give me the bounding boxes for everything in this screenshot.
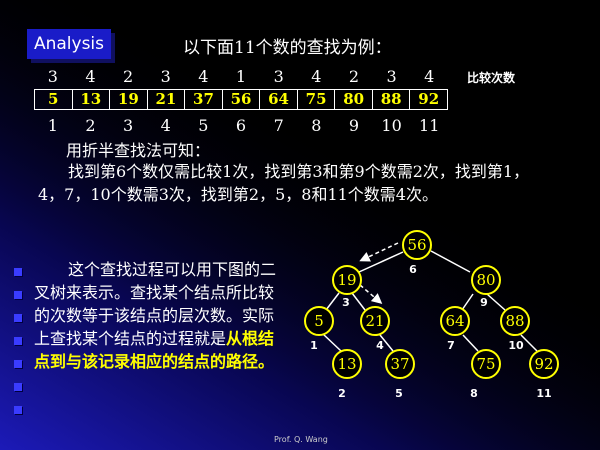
tree-node: 13 2 <box>332 349 362 400</box>
tree-node: 92 11 <box>529 349 559 400</box>
tree-node-value: 80 <box>476 271 495 289</box>
author-footer: Prof. Q. Wang <box>274 435 328 444</box>
tree-node-position-label: 2 <box>338 387 346 400</box>
tree-node-value: 19 <box>337 271 356 289</box>
tree-edge <box>486 293 506 311</box>
search-path-arrows <box>359 242 399 304</box>
tree-node: 21 4 <box>360 306 390 352</box>
tree-edge <box>462 334 479 352</box>
tree-edge <box>351 292 366 311</box>
tree-edge <box>461 293 474 311</box>
tree-edges <box>322 250 538 352</box>
tree-node-position-label: 1 <box>310 339 318 352</box>
tree-node: 56 6 <box>402 230 432 276</box>
tree-nodes: 5661938095121464788101323757589211 <box>304 230 559 400</box>
tree-node-value: 92 <box>534 355 553 373</box>
tree-node-value: 5 <box>314 312 324 330</box>
tree-node: 64 7 <box>440 306 470 352</box>
tree-node-position-label: 11 <box>536 387 551 400</box>
tree-node: 75 8 <box>470 349 501 400</box>
tree-edge <box>430 250 471 273</box>
tree-node: 37 5 <box>385 349 415 400</box>
tree-edge <box>322 333 342 352</box>
tree-node-value: 56 <box>407 236 426 254</box>
search-path-arrow <box>359 284 383 304</box>
tree-node: 19 3 <box>332 265 362 309</box>
tree-node-position-label: 5 <box>395 387 403 400</box>
tree-node-value: 75 <box>476 355 495 373</box>
tree-node-value: 37 <box>390 355 409 373</box>
tree-node-value: 13 <box>337 355 356 373</box>
tree-edge <box>325 292 340 311</box>
tree-node: 88 10 <box>500 306 530 352</box>
tree-node: 51 <box>304 306 334 352</box>
tree-node-position-label: 6 <box>409 263 417 276</box>
tree-node-position-label: 9 <box>480 296 488 309</box>
tree-node-position-label: 3 <box>342 296 350 309</box>
tree-node-position-label: 8 <box>470 387 478 400</box>
tree-node-value: 21 <box>365 312 384 330</box>
binary-search-tree: 5661938095121464788101323757589211 <box>304 230 559 400</box>
tree-node-value: 88 <box>505 312 524 330</box>
tree-node-position-label: 10 <box>508 339 524 352</box>
tree-node-value: 64 <box>445 312 464 330</box>
tree-edge <box>358 251 404 273</box>
tree-node-position-label: 4 <box>376 339 384 352</box>
tree-node-position-label: 7 <box>447 339 455 352</box>
